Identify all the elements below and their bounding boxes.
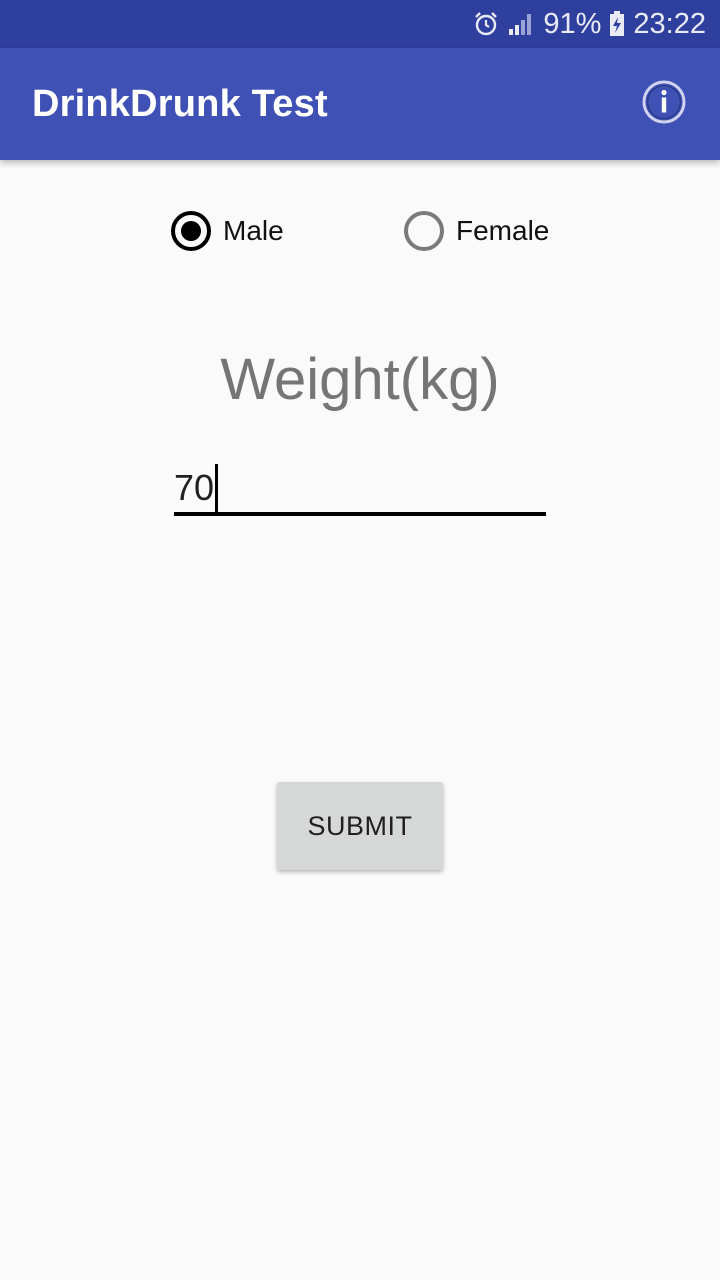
battery-charging-icon (609, 11, 625, 37)
radio-male-label: Male (223, 215, 284, 246)
alarm-icon (473, 11, 499, 37)
weight-label: Weight(kg) (220, 347, 500, 412)
app-title: DrinkDrunk Test (32, 82, 328, 125)
submit-button[interactable]: SUBMIT (277, 782, 443, 870)
signal-icon (507, 11, 535, 37)
status-bar: 91% 23:22 (0, 0, 720, 48)
gender-radio-group: Male Female (0, 206, 720, 256)
radio-button-unchecked-icon[interactable] (404, 211, 444, 251)
radio-female[interactable]: Female (404, 206, 549, 256)
clock: 23:22 (633, 7, 706, 40)
radio-male[interactable]: Male (171, 206, 284, 256)
text-cursor (215, 464, 219, 512)
radio-button-checked-icon[interactable] (171, 211, 211, 251)
battery-percent: 91% (543, 7, 602, 40)
info-icon (641, 79, 687, 130)
weight-input-value: 70 (174, 467, 215, 508)
radio-female-label: Female (456, 215, 550, 246)
info-button[interactable] (640, 80, 688, 128)
app-bar: DrinkDrunk Test (0, 48, 720, 160)
weight-input[interactable]: 70 (174, 458, 546, 516)
